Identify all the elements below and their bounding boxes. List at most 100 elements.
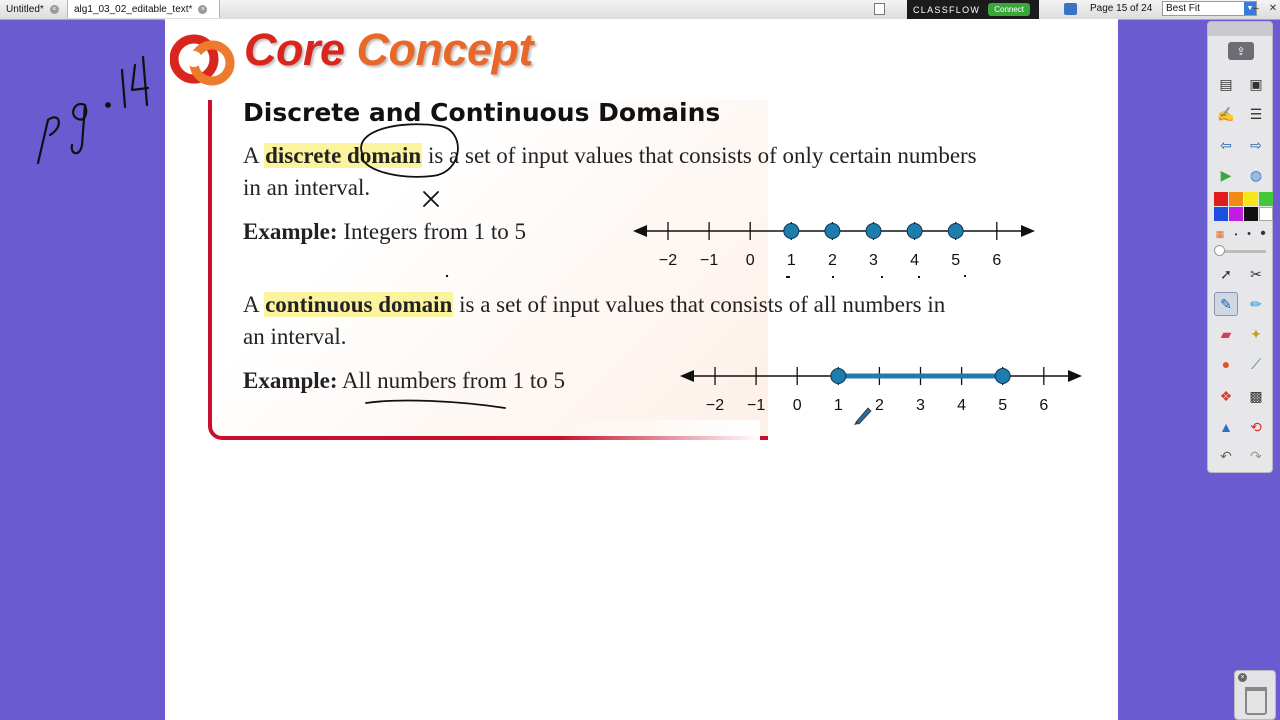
x-mark	[423, 191, 439, 207]
example-label: Example:	[243, 368, 338, 393]
minimize-button[interactable]: –	[1250, 2, 1262, 15]
endpoint-dot	[994, 368, 1011, 384]
tick-label: 0	[746, 252, 755, 269]
color-green[interactable]	[1259, 192, 1273, 206]
tab-alg1-editable-text[interactable]: alg1_03_02_editable_text* ×	[68, 0, 220, 18]
shape-icon[interactable]: ●	[1214, 352, 1238, 376]
flipchart-icon[interactable]: ▤	[1214, 72, 1238, 96]
close-icon[interactable]: ×	[49, 4, 59, 14]
pen-icon[interactable]: ✎	[1214, 292, 1238, 316]
tick-label: 5	[998, 397, 1007, 414]
core-concept-title: Core Concept	[244, 24, 534, 76]
core-concept-title-b: Concept	[356, 24, 534, 75]
color-black[interactable]	[1244, 207, 1258, 221]
close-window-button[interactable]: ✕	[1267, 2, 1279, 15]
handwritten-page-note	[36, 55, 150, 165]
close-icon[interactable]: ×	[1238, 673, 1247, 682]
fill-icon[interactable]: ▲	[1214, 415, 1238, 439]
continuous-definition-line2: an interval.	[243, 324, 347, 349]
zoom-select[interactable]: Best Fit ▼	[1162, 1, 1257, 16]
definition-text: is a set of input values that consists o…	[453, 292, 946, 317]
continuous-number-line: −2 −1 0 1 2 3 4 5 6	[680, 367, 1082, 414]
tick-label: 6	[1039, 397, 1048, 414]
tab-untitled[interactable]: Untitled* ×	[0, 0, 68, 18]
tick-label: 1	[787, 252, 796, 269]
pen-width-large[interactable]: •	[1256, 225, 1270, 242]
magic-ink-icon[interactable]: ✦	[1244, 322, 1268, 346]
reset-page-icon[interactable]: ⟲	[1244, 415, 1268, 439]
tick-label: 4	[957, 397, 966, 414]
example-label: Example:	[243, 219, 338, 244]
tick-label: −2	[706, 397, 724, 414]
classflow-logo: CLASSFLOW	[913, 4, 981, 15]
palette-header[interactable]	[1208, 22, 1272, 36]
clip-icon[interactable]: ▩	[1244, 384, 1268, 408]
data-point	[906, 223, 923, 239]
tick-label: 2	[875, 397, 884, 414]
pen-width-small[interactable]: •	[1230, 226, 1242, 242]
classflow-connect-bar[interactable]: CLASSFLOW Connect	[907, 0, 1039, 19]
tick-label: 2	[828, 252, 837, 269]
pen-width-medium[interactable]: •	[1243, 226, 1255, 242]
eraser-icon[interactable]: ▰	[1214, 322, 1238, 346]
redo-icon[interactable]: ↷	[1244, 444, 1268, 468]
resource-icon[interactable]: ❖	[1214, 384, 1238, 408]
tick-label: −1	[700, 252, 718, 269]
tools-icon[interactable]: ✂	[1244, 262, 1268, 286]
data-point	[824, 223, 841, 239]
page-sorter-icon[interactable]	[1064, 3, 1077, 15]
next-page-icon[interactable]: ⇨	[1244, 133, 1268, 157]
page-indicator: Page 15 of 24	[1090, 3, 1153, 14]
discrete-number-line: −2 −1 0 1 2 3 4 5 6	[633, 222, 1035, 269]
color-orange[interactable]	[1229, 192, 1243, 206]
tick-label: 5	[951, 252, 960, 269]
page-browser-icon[interactable]: ▣	[1244, 72, 1268, 96]
notes-icon[interactable]: ☰	[1244, 102, 1268, 126]
play-icon[interactable]: ▶	[1214, 163, 1238, 187]
underline-stroke	[365, 399, 506, 409]
width-slider-handle[interactable]	[1214, 245, 1225, 256]
tick-label: 0	[793, 397, 802, 414]
data-point	[947, 223, 964, 239]
data-point	[783, 223, 800, 239]
connector-icon[interactable]: ⟋	[1244, 352, 1268, 376]
undo-icon[interactable]: ↶	[1214, 444, 1238, 468]
data-point	[865, 223, 882, 239]
color-red[interactable]	[1214, 192, 1228, 206]
previous-page-icon[interactable]: ⇦	[1214, 133, 1238, 157]
document-icon[interactable]	[874, 3, 885, 15]
color-purple[interactable]	[1229, 207, 1243, 221]
handwriting-icon[interactable]: ✍	[1214, 102, 1238, 126]
close-icon[interactable]: ×	[198, 4, 208, 14]
color-picker-icon[interactable]: ▦	[1212, 226, 1228, 242]
connect-button[interactable]: Connect	[988, 3, 1031, 16]
color-white[interactable]	[1259, 207, 1273, 221]
handwritten-dots	[786, 275, 966, 278]
trash-icon	[1245, 687, 1267, 715]
arrow-right-icon	[1068, 370, 1082, 382]
definition-prefix: A	[243, 143, 265, 168]
arrow-right-icon	[1021, 225, 1035, 237]
globe-icon[interactable]: ◍	[1244, 163, 1268, 187]
arrow-left-icon	[680, 370, 694, 382]
select-arrow-icon[interactable]: ➚	[1214, 262, 1238, 286]
tool-palette[interactable]: ⇪ ▤ ▣ ✍ ☰ ⇦ ⇨ ▶ ◍ ▦ • • • ➚ ✂ ✎ ✏ ▰ ✦ ● …	[1207, 21, 1273, 473]
tab-label: Untitled*	[6, 3, 44, 15]
endpoint-dot	[830, 368, 847, 384]
color-blue[interactable]	[1214, 207, 1228, 221]
highlighter-icon[interactable]: ✏	[1244, 292, 1268, 316]
color-yellow[interactable]	[1244, 192, 1258, 206]
handwritten-annotations	[360, 123, 506, 409]
tick-label: −2	[659, 252, 677, 269]
trash-button[interactable]: ×	[1234, 670, 1276, 720]
definition-prefix: A	[243, 292, 265, 317]
export-icon[interactable]: ⇪	[1228, 42, 1254, 60]
core-concept-title-a: Core	[244, 24, 345, 75]
circle-annotation	[360, 123, 459, 178]
arrow-left-icon	[633, 225, 647, 237]
tick-label: 6	[992, 252, 1001, 269]
tick-label: 1	[834, 397, 843, 414]
core-concept-logo	[170, 34, 235, 86]
pen-cursor-icon	[854, 407, 872, 425]
tick-label: −1	[747, 397, 765, 414]
